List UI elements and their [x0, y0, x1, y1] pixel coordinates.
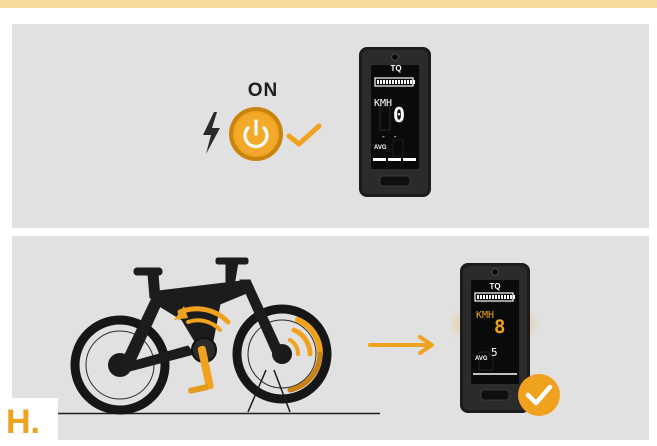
- check-badge-icon: [518, 374, 560, 416]
- display-dash: - -: [381, 132, 399, 141]
- bicycle-illustration: [70, 257, 332, 415]
- display-unit-label: KMH: [374, 98, 393, 109]
- on-state-label: ON: [247, 80, 279, 101]
- arrow-right-icon: [368, 335, 434, 355]
- camera-dot: [391, 53, 399, 61]
- power-button-icon[interactable]: [228, 106, 284, 162]
- step-label: H.: [6, 403, 40, 441]
- lightning-icon: [203, 112, 220, 154]
- display-logo: TQ: [489, 282, 501, 291]
- display-button[interactable]: [379, 175, 411, 187]
- top-accent-strip: [0, 0, 657, 8]
- display-avg-label: AVG: [374, 145, 387, 151]
- display-speed-value: 0: [393, 103, 406, 127]
- power-on-panel: [12, 24, 649, 228]
- display-unit-label: KMH: [476, 310, 495, 321]
- display-avg-label: AVG: [475, 356, 488, 362]
- display-secondary-value: 5: [491, 346, 498, 359]
- display-logo: TQ: [390, 64, 402, 73]
- display-speed-value: 8: [494, 316, 506, 338]
- check-icon: [286, 123, 322, 147]
